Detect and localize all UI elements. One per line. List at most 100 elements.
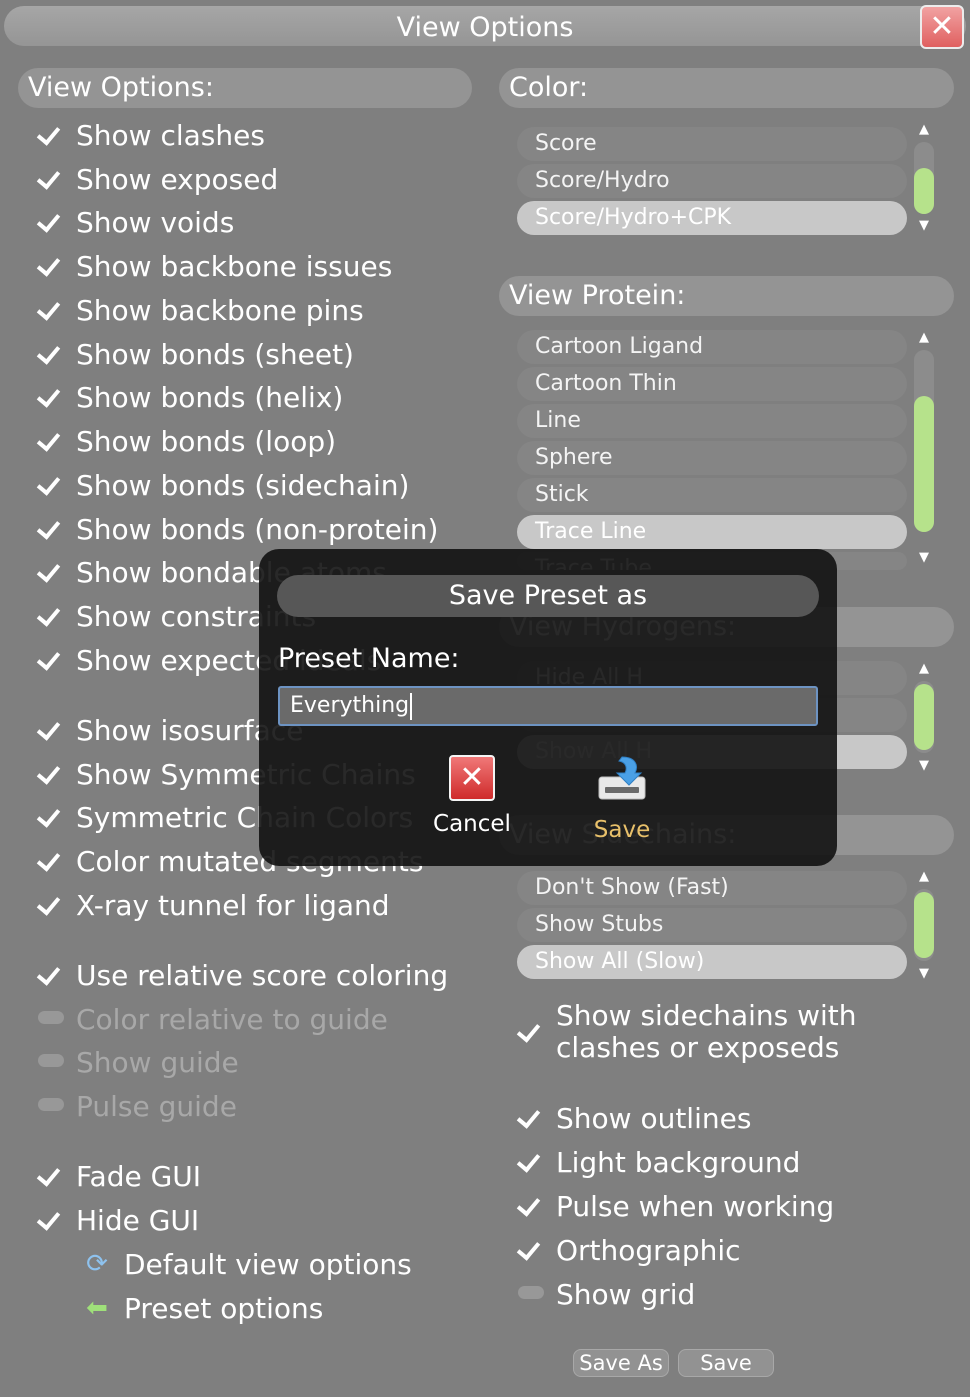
list-item-cartoon-ligand[interactable]: Cartoon Ligand [517, 330, 907, 364]
checkbox-show-grid[interactable]: Show grid [518, 1275, 695, 1313]
checkbox-label: Show bonds (loop) [76, 424, 337, 458]
checkbox-show-voids[interactable]: Show voids [38, 203, 234, 241]
checkbox-icon [38, 1161, 64, 1191]
list-item-cartoon-thin[interactable]: Cartoon Thin [517, 367, 907, 401]
clash-line-1: Show sidechains with [556, 999, 857, 1032]
list-item-sphere[interactable]: Sphere [517, 441, 907, 475]
list-item-line[interactable]: Line [517, 404, 907, 438]
checkbox-icon [38, 470, 64, 500]
checkbox-show-clashes[interactable]: Show clashes [38, 116, 265, 154]
scroll-down-icon[interactable]: ▼ [914, 758, 934, 773]
checkbox-label: Show clashes [76, 118, 265, 152]
scroll-down-icon[interactable]: ▼ [914, 550, 934, 565]
scroll-up-icon[interactable]: ▲ [914, 869, 934, 884]
checkbox-label: Hide GUI [76, 1203, 200, 1237]
checkbox-icon [38, 715, 64, 745]
dialog-title: Save Preset as [277, 575, 819, 617]
checkbox-label: Show backbone pins [76, 293, 364, 327]
save-button[interactable]: Save [678, 1349, 774, 1377]
window-title: View Options [396, 12, 574, 43]
show-sidechains-clashes-checkbox[interactable]: Show sidechains with clashes or exposeds [518, 1000, 857, 1064]
checkbox-label: Show grid [556, 1277, 696, 1311]
view-options-header: View Options: [18, 68, 472, 108]
checkbox-icon [38, 601, 64, 631]
checkbox-icon [38, 1205, 64, 1235]
dialog-cancel-button[interactable]: ✕ Cancel [427, 755, 517, 837]
checkbox-icon [38, 339, 64, 369]
checkbox-label: Light background [556, 1145, 801, 1179]
checkbox-show-bonds-loop[interactable]: Show bonds (loop) [38, 422, 336, 460]
checkbox-pulse-guide[interactable]: Pulse guide [38, 1087, 237, 1125]
checkbox-show-bonds-non-protein[interactable]: Show bonds (non-protein) [38, 510, 438, 548]
checkbox-hide-gui[interactable]: Hide GUI [38, 1201, 199, 1239]
checkbox-label: Show voids [76, 205, 235, 239]
arrow-left-icon: ⬅ [86, 1293, 108, 1323]
checkbox-label: X-ray tunnel for ligand [76, 888, 390, 922]
checkbox-icon [38, 1091, 64, 1121]
checkbox-pulse-when-working[interactable]: Pulse when working [518, 1187, 834, 1225]
checkbox-icon [38, 557, 64, 587]
list-item-score[interactable]: Score [517, 127, 907, 161]
checkbox-label: Show guide [76, 1045, 239, 1079]
list-item-show-all-slow[interactable]: Show All (Slow) [517, 945, 907, 979]
scroll-down-icon[interactable]: ▼ [914, 966, 934, 981]
checkbox-color-relative-to-guide[interactable]: Color relative to guide [38, 1000, 388, 1038]
checkbox-show-backbone-issues[interactable]: Show backbone issues [38, 247, 392, 285]
cancel-icon: ✕ [449, 755, 495, 801]
scroll-up-icon[interactable]: ▲ [914, 330, 934, 345]
checkbox-icon [38, 295, 64, 325]
checkbox-x-ray-tunnel-for-ligand[interactable]: X-ray tunnel for ligand [38, 886, 390, 924]
checkbox-icon [38, 164, 64, 194]
list-item-score-hydro[interactable]: Score/Hydro [517, 164, 907, 198]
checkbox-icon [38, 120, 64, 150]
checkbox-icon [38, 207, 64, 237]
list-item-don-t-show-fast[interactable]: Don't Show (Fast) [517, 871, 907, 905]
checkbox-icon [38, 382, 64, 412]
text-caret [410, 692, 413, 720]
preset-name-label: Preset Name: [278, 643, 460, 674]
default-view-options-label: Default view options [124, 1247, 412, 1281]
list-item-score-hydro-cpk[interactable]: Score/Hydro+CPK [517, 201, 907, 235]
checkbox-icon [38, 645, 64, 675]
refresh-icon: ⟳ [86, 1249, 108, 1279]
dialog-save-button[interactable]: Save [577, 753, 667, 843]
protein-scroll-thumb[interactable] [914, 396, 934, 532]
list-item-trace-line[interactable]: Trace Line [517, 515, 907, 549]
checkbox-show-bonds-sidechain[interactable]: Show bonds (sidechain) [38, 466, 409, 504]
checkbox-light-background[interactable]: Light background [518, 1143, 800, 1181]
save-as-button[interactable]: Save As [573, 1349, 669, 1377]
preset-name-input[interactable]: Everything [278, 686, 818, 726]
checkbox-show-guide[interactable]: Show guide [38, 1043, 239, 1081]
checkbox-use-relative-score-coloring[interactable]: Use relative score coloring [38, 956, 448, 994]
checkbox-icon [38, 251, 64, 281]
hydrogen-scroll-thumb[interactable] [914, 684, 934, 750]
scroll-up-icon[interactable]: ▲ [914, 122, 934, 137]
default-view-options-link[interactable]: ⟳ Default view options [82, 1245, 412, 1283]
checkbox-label: Use relative score coloring [76, 958, 449, 992]
checkbox-fade-gui[interactable]: Fade GUI [38, 1157, 201, 1195]
checkbox-show-bonds-sheet[interactable]: Show bonds (sheet) [38, 335, 354, 373]
list-item-show-stubs[interactable]: Show Stubs [517, 908, 907, 942]
preset-options-link[interactable]: ⬅ Preset options [82, 1289, 323, 1327]
view-protein-header: View Protein: [499, 276, 954, 316]
list-item-stick[interactable]: Stick [517, 478, 907, 512]
sidechain-scroll-thumb[interactable] [914, 892, 934, 958]
scroll-up-icon[interactable]: ▲ [914, 661, 934, 676]
checkbox-icon [38, 846, 64, 876]
checkbox-icon [518, 1103, 544, 1133]
checkbox-show-bonds-helix[interactable]: Show bonds (helix) [38, 378, 343, 416]
checkbox-icon [38, 802, 64, 832]
show-sidechains-clashes-label: Show sidechains with clashes or exposeds [556, 1000, 857, 1064]
close-button[interactable]: ✕ [920, 5, 964, 49]
checkbox-show-exposed[interactable]: Show exposed [38, 160, 278, 198]
checkbox-label: Color relative to guide [76, 1002, 388, 1036]
checkbox-label: Show exposed [76, 162, 279, 196]
checkbox-show-backbone-pins[interactable]: Show backbone pins [38, 291, 364, 329]
save-icon [598, 756, 646, 800]
scroll-down-icon[interactable]: ▼ [914, 218, 934, 233]
checkbox-orthographic[interactable]: Orthographic [518, 1231, 741, 1269]
checkbox-icon [518, 1191, 544, 1221]
checkbox-show-outlines[interactable]: Show outlines [518, 1099, 751, 1137]
color-scroll-thumb[interactable] [914, 168, 934, 214]
checkbox-icon [38, 514, 64, 544]
